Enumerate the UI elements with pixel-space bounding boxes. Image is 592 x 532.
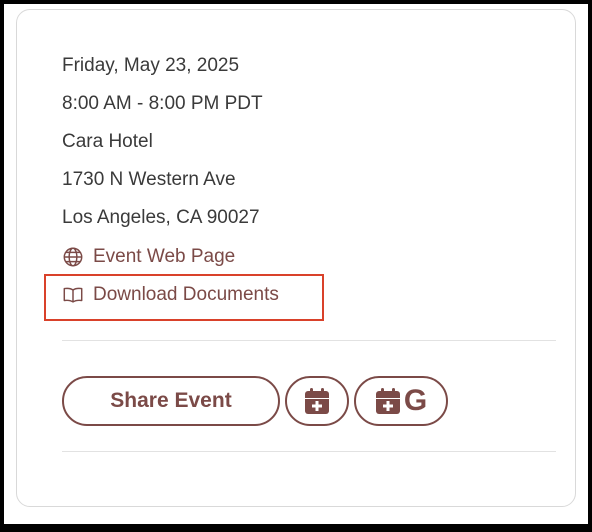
event-time: 8:00 AM - 8:00 PM PDT [62,93,263,114]
highlight-box [44,274,324,321]
divider-top [62,340,556,341]
divider-bottom [62,451,556,452]
venue-name: Cara Hotel [62,131,153,152]
venue-street: 1730 N Western Ave [62,169,236,190]
event-web-page-label: Event Web Page [93,246,236,267]
share-event-label: Share Event [110,389,232,412]
share-event-button[interactable]: Share Event [62,376,280,426]
event-date: Friday, May 23, 2025 [62,55,240,76]
add-to-calendar-button[interactable] [285,376,349,426]
event-details-card: Friday, May 23, 2025 8:00 AM - 8:00 PM P… [16,9,576,507]
globe-icon [62,246,84,268]
screenshot-frame: Friday, May 23, 2025 8:00 AM - 8:00 PM P… [4,4,588,524]
calendar-add-icon [305,388,329,414]
google-g-icon: G [403,384,428,417]
event-web-page-link[interactable]: Event Web Page [62,245,235,269]
add-to-google-calendar-button[interactable]: G [354,376,448,426]
calendar-add-icon [375,388,400,414]
venue-city: Los Angeles, CA 90027 [62,207,260,228]
